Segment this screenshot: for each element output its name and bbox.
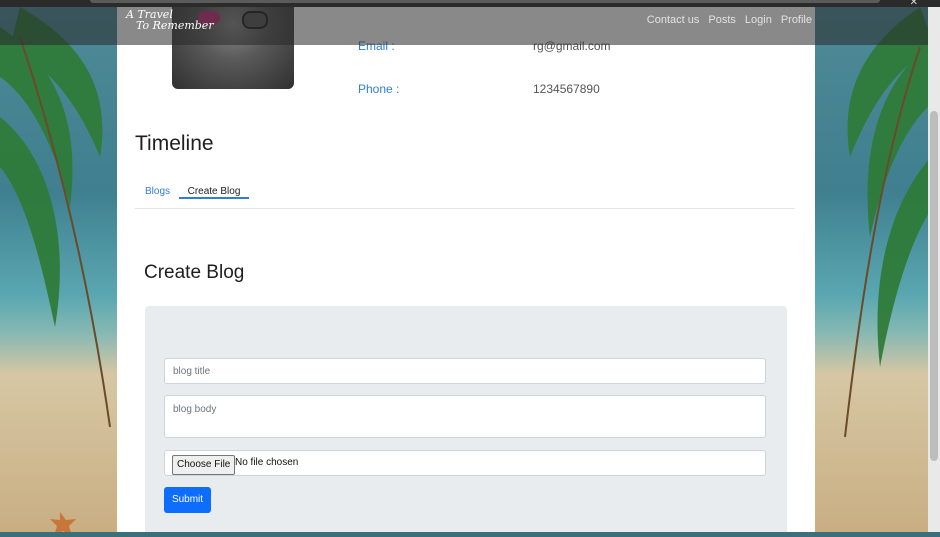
nav-links: Contact us Posts Login Profile xyxy=(647,14,812,26)
blog-title-input[interactable]: blog title xyxy=(164,358,766,384)
timeline-title: Timeline xyxy=(135,132,214,155)
phone-value: 1234567890 xyxy=(533,82,600,96)
tab-blogs[interactable]: Blogs xyxy=(145,186,170,197)
browser-tab-edge xyxy=(90,0,880,3)
brand-line-2: To Remember xyxy=(136,19,214,32)
nav-contact-link[interactable]: Contact us xyxy=(647,14,700,26)
choose-file-button[interactable]: Choose File xyxy=(172,455,236,475)
scrollbar-thumb[interactable] xyxy=(930,111,938,461)
file-status-text: No file chosen xyxy=(235,457,299,468)
timeline-tabs: Blogs Create Blog xyxy=(135,178,795,209)
nav-login-link[interactable]: Login xyxy=(745,14,772,26)
brand-logo[interactable]: A Travel To Remember xyxy=(126,9,214,31)
nav-posts-link[interactable]: Posts xyxy=(708,14,736,26)
tab-create-blog[interactable]: Create Blog xyxy=(179,178,249,199)
submit-button[interactable]: Submit xyxy=(164,487,211,513)
blog-body-textarea[interactable]: blog body xyxy=(164,395,766,438)
nav-profile-link[interactable]: Profile xyxy=(781,14,812,26)
starfish-icon xyxy=(50,512,76,536)
create-blog-title: Create Blog xyxy=(144,262,245,283)
file-input[interactable]: Choose File No file chosen xyxy=(164,450,766,476)
scrollbar[interactable] xyxy=(928,7,940,532)
phone-label: Phone : xyxy=(358,82,400,96)
browser-top-strip: ✕ xyxy=(0,0,940,8)
